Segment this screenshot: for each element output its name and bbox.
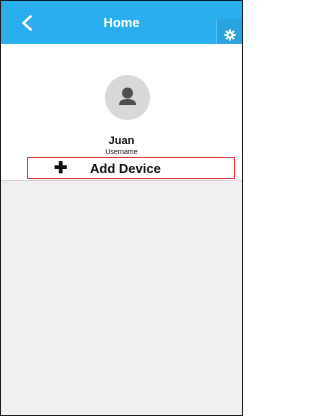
top-bar: Home bbox=[1, 1, 242, 44]
chevron-left-icon bbox=[21, 14, 33, 32]
back-button[interactable] bbox=[19, 14, 35, 32]
avatar[interactable] bbox=[105, 75, 150, 120]
plus-icon: ✚ bbox=[54, 160, 68, 177]
add-device-label: Add Device bbox=[90, 161, 161, 176]
user-icon bbox=[119, 87, 136, 105]
gear-icon bbox=[224, 29, 236, 41]
user-name: Juan bbox=[108, 135, 135, 147]
page-title: Home bbox=[103, 15, 140, 30]
app-screen: Home Juan Username ✚ Add Device bbox=[0, 0, 243, 416]
add-device-button[interactable]: ✚ Add Device bbox=[27, 157, 235, 179]
username-label: Username bbox=[105, 149, 138, 156]
profile-section: Juan Username bbox=[1, 44, 242, 157]
settings-button[interactable] bbox=[216, 19, 242, 44]
